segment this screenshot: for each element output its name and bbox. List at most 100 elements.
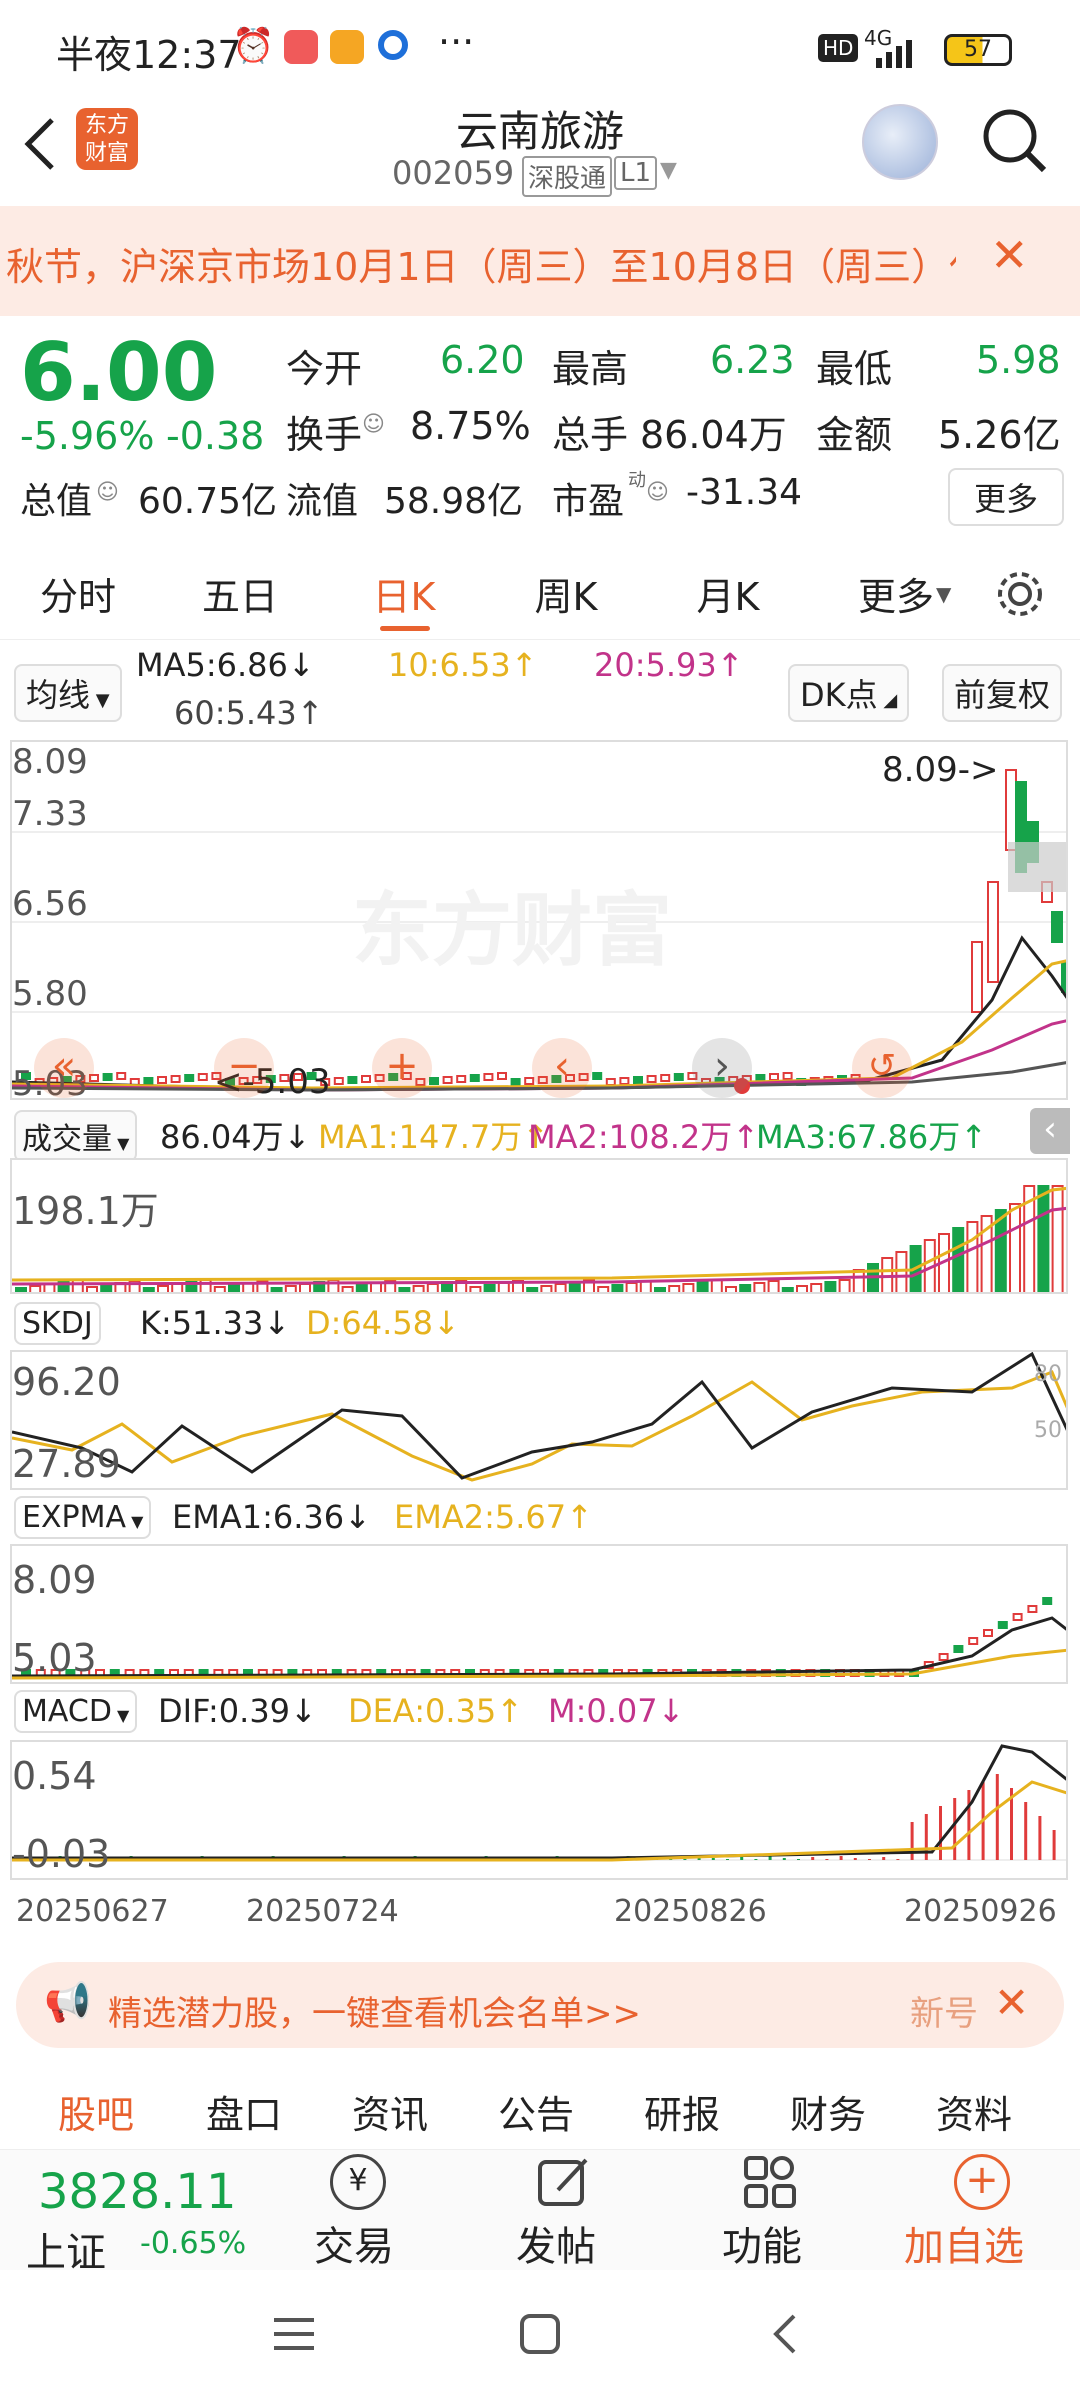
macd-bar (1024, 1802, 1028, 1860)
ema1-legend: EMA1:6.36↓ (172, 1498, 371, 1536)
volume-bar (1009, 1203, 1021, 1292)
skdj-panel[interactable]: 96.20 27.89 80 50 (10, 1350, 1068, 1490)
ma-type-select[interactable]: 均线 ▼ (14, 664, 122, 722)
adjust-button[interactable]: 前复权 (942, 664, 1063, 722)
tab-forum[interactable]: 股吧 (58, 2084, 134, 2139)
volume-bar (412, 1285, 425, 1292)
tab-weekly[interactable]: 周K (506, 566, 626, 621)
pan-left-icon[interactable]: ‹ (532, 1038, 592, 1098)
tab-research[interactable]: 研报 (644, 2084, 720, 2139)
more-button[interactable]: 更多 (948, 468, 1065, 526)
price-axis-label: 5.80 (12, 974, 88, 1014)
macd-bar (740, 1857, 744, 1860)
tab-intraday[interactable]: 分时 (18, 566, 138, 621)
tab-monthly[interactable]: 月K (668, 566, 788, 621)
tab-orderbook[interactable]: 盘口 (206, 2084, 282, 2139)
post-button[interactable]: 发帖 (508, 2150, 618, 2270)
add-watchlist-button[interactable]: + 加自选 (904, 2150, 1064, 2270)
volume-bar (370, 1282, 382, 1292)
index-value[interactable]: 3828.11 (38, 2164, 237, 2220)
market-notice[interactable]: 秋节，沪深京市场10月1日（周三）至10月8日（周三）休 ✕ (0, 206, 1080, 316)
pan-right-icon[interactable]: › (692, 1038, 752, 1098)
macd-bar (825, 1859, 829, 1860)
open-label: 今开 (286, 347, 363, 391)
pe-value: -31.34 (686, 472, 803, 513)
volume-select[interactable]: 成交量 ▼ (14, 1110, 138, 1162)
candle (619, 1077, 630, 1085)
amount-label: 金额 (816, 413, 893, 457)
skdj-ref-80: 80 (1034, 1362, 1062, 1387)
skdj-select[interactable]: SKDJ (14, 1302, 101, 1345)
tab-5day[interactable]: 五日 (180, 566, 300, 621)
collapse-panel-icon[interactable]: ‹ (1030, 1108, 1070, 1154)
volume-bar (852, 1269, 865, 1292)
candle (971, 941, 983, 1013)
volume-bar (725, 1286, 737, 1292)
tab-daily[interactable]: 日K (344, 566, 464, 621)
macd-axis-label: -0.03 (12, 1832, 111, 1876)
volume-bar (171, 1283, 184, 1292)
volume-legend: 86.04万↓ (160, 1118, 311, 1156)
candle (769, 1073, 779, 1081)
m-legend: M:0.07↓ (548, 1692, 685, 1730)
volume-bar (952, 1227, 965, 1292)
alarm-icon: ⏰ (232, 26, 275, 66)
volume-bar (29, 1285, 42, 1292)
close-icon[interactable]: ✕ (994, 1978, 1029, 2027)
robot-avatar-icon[interactable] (862, 104, 938, 180)
home-icon[interactable] (518, 2312, 562, 2356)
menu-icon[interactable] (270, 2314, 318, 2354)
kline-panel[interactable]: 8.09 7.33 6.56 5.80 5.03 8.09-> <-5.03 东… (10, 740, 1068, 1100)
price-axis-label: 6.56 (12, 884, 88, 924)
tab-more-arrow-icon[interactable]: ▼ (936, 582, 951, 606)
dk-point-button[interactable]: DK点 ◢ (788, 664, 910, 722)
quote-panel: 6.00 -5.96% -0.38 今开 6.20 最高 6.23 最低 5.9… (0, 316, 1080, 546)
candle (1061, 961, 1066, 993)
tab-finance[interactable]: 财务 (790, 2084, 866, 2139)
tab-profile[interactable]: 资料 (936, 2084, 1012, 2139)
volume-bar (668, 1285, 681, 1292)
sub-tabs: 股吧 盘口 资讯 公告 研报 财务 资料 (0, 2060, 1080, 2150)
dropdown-arrow-icon[interactable]: ▼ (660, 158, 677, 183)
expma-panel[interactable]: 8.09 5.03 (10, 1544, 1068, 1684)
tab-news[interactable]: 资讯 (352, 2084, 428, 2139)
plus-icon: + (954, 2154, 1010, 2210)
candle (782, 1072, 793, 1080)
zoom-out-far-icon[interactable]: « (34, 1038, 94, 1098)
macd-panel[interactable]: 0.54 -0.03 (10, 1740, 1068, 1880)
info-icon[interactable]: ☺ (96, 480, 119, 505)
volume-bar (654, 1287, 666, 1292)
expma-select[interactable]: EXPMA ▼ (14, 1496, 152, 1539)
reset-icon[interactable]: ↺ (852, 1038, 912, 1098)
trade-button[interactable]: ¥ 交易 (306, 2150, 416, 2270)
gear-icon[interactable] (994, 568, 1046, 620)
skdj-chart[interactable] (12, 1352, 1068, 1490)
promo-banner[interactable]: 📢 精选潜力股，一键查看机会名单>> 新号 ✕ (16, 1962, 1064, 2048)
function-button[interactable]: 功能 (714, 2150, 824, 2270)
volume-chart[interactable] (12, 1160, 1068, 1294)
macd-bar (768, 1856, 772, 1860)
back-icon[interactable] (770, 2312, 800, 2356)
info-icon[interactable]: ☺ (362, 412, 385, 437)
volume-bar (213, 1286, 226, 1292)
close-icon[interactable]: ✕ (990, 228, 1029, 282)
zoom-out-icon[interactable]: − (214, 1038, 274, 1098)
watermark: 东方财富 (352, 884, 672, 977)
macd-chart[interactable] (12, 1742, 1068, 1880)
volume-bar (270, 1287, 283, 1292)
expma-indicator-name: EXPMA (22, 1500, 127, 1535)
macd-select[interactable]: MACD ▼ (14, 1690, 138, 1733)
zoom-in-icon[interactable]: + (372, 1038, 432, 1098)
search-icon[interactable] (980, 106, 1050, 176)
app-icon (330, 30, 364, 64)
info-icon[interactable]: ☺ (646, 480, 669, 505)
tab-announcements[interactable]: 公告 (498, 2084, 574, 2139)
expma-chart[interactable] (12, 1546, 1068, 1684)
candle (184, 1074, 195, 1082)
volume-panel[interactable]: 198.1万 (10, 1158, 1068, 1294)
candle (987, 881, 999, 983)
level-tag: L1 (614, 156, 658, 190)
volume-bar (157, 1285, 169, 1292)
date-label: 20250926 (904, 1894, 1057, 1929)
candle (660, 1074, 671, 1082)
